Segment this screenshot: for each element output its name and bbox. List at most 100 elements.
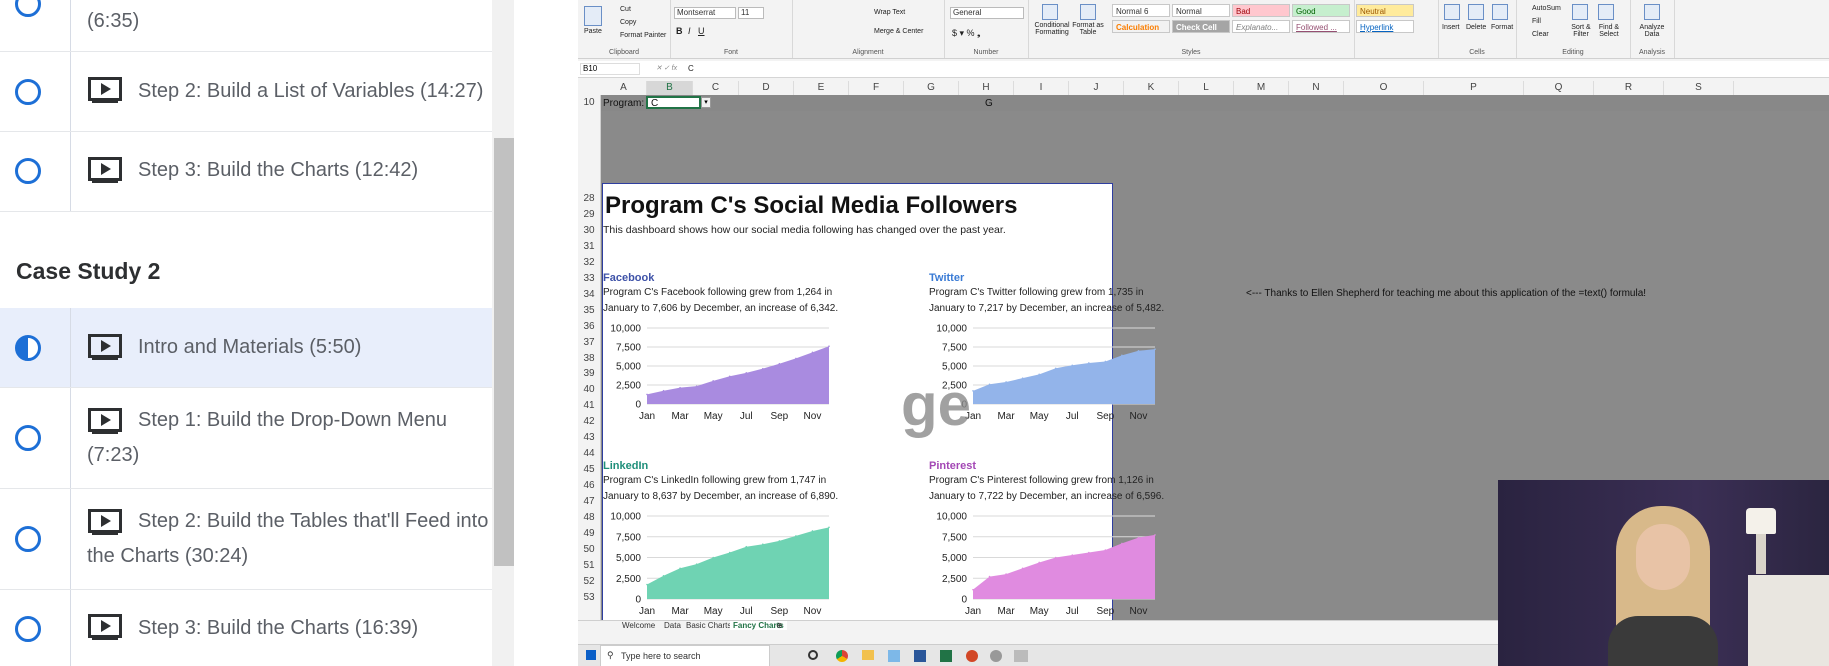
delete-button[interactable]: Delete [1466,24,1486,31]
pinterest-area-chart[interactable]: 10,000 7,500 5,000 2,500 0Jan Mar May Jul Sep Nov [929,508,1159,625]
clear-button[interactable]: Clear [1532,31,1549,38]
progress-circle-icon[interactable] [15,0,41,17]
app-icon[interactable] [1014,650,1028,662]
row-header[interactable]: 49 [578,526,600,542]
style-cell[interactable]: Good [1292,4,1350,17]
row-header[interactable]: 51 [578,558,600,574]
section-heading[interactable]: Case Study 2 [16,258,160,285]
copy-button[interactable]: Copy [620,19,636,26]
dropdown-arrow-icon[interactable]: ▾ [701,97,711,108]
format-painter-button[interactable]: Format Painter [620,32,666,39]
progress-circle-icon[interactable] [15,79,41,105]
row-header[interactable]: 45 [578,462,600,478]
style-cell[interactable]: Normal [1172,4,1230,17]
row-header[interactable]: 38 [578,351,600,367]
program-value[interactable]: C [651,98,658,109]
chrome-icon[interactable] [836,650,848,662]
style-cell[interactable]: Check Cell [1172,20,1230,33]
row-header[interactable]: 50 [578,542,600,558]
column-header[interactable]: S [1664,81,1734,95]
row-header[interactable]: 37 [578,335,600,351]
row-header[interactable]: 46 [578,478,600,494]
paste-icon[interactable] [584,6,602,26]
font-name-select[interactable]: Montserrat [674,7,736,19]
style-cell[interactable]: Hyperlink [1356,20,1414,33]
delete-icon[interactable] [1468,4,1484,20]
column-header[interactable]: K [1124,81,1179,95]
paste-label[interactable]: Paste [584,28,602,35]
row-header[interactable]: 30 [578,223,600,239]
lesson-item[interactable]: Step 2: Build a List of Variables (14:27… [0,52,492,132]
column-header[interactable]: N [1289,81,1344,95]
italic-button[interactable]: I [688,26,691,36]
format-button[interactable]: Format [1491,24,1513,31]
row-header[interactable]: 34 [578,287,600,303]
windows-start-icon[interactable] [586,650,596,660]
sort-filter-button[interactable]: Sort & Filter [1568,24,1594,38]
column-header[interactable]: J [1069,81,1124,95]
format-cells-icon[interactable] [1492,4,1508,20]
row-header[interactable]: 35 [578,303,600,319]
progress-circle-icon[interactable] [15,158,41,184]
find-select-icon[interactable] [1598,4,1614,20]
file-explorer-icon[interactable] [862,650,874,660]
row-header[interactable]: 48 [578,510,600,526]
row-header[interactable]: 10 [578,95,600,111]
insert-icon[interactable] [1444,4,1460,20]
progress-circle-icon[interactable] [15,425,41,451]
sort-filter-icon[interactable] [1572,4,1588,20]
analyze-data-button[interactable]: Analyze Data [1634,24,1670,38]
facebook-area-chart[interactable]: 10,000 7,500 5,000 2,500 0Jan Mar May Jul Sep Nov [603,320,833,430]
style-cell[interactable]: Neutral [1356,4,1414,17]
task-view-icon[interactable] [808,650,818,660]
lesson-item[interactable]: Step 3: Build the Charts (16:39) [0,590,492,666]
name-box[interactable]: B10 [580,63,640,75]
row-header[interactable]: 39 [578,366,600,382]
column-header[interactable]: F [849,81,904,95]
row-header[interactable]: 28 [578,191,600,207]
formula-input[interactable]: C [688,64,694,73]
column-header[interactable]: B [647,81,693,95]
progress-circle-icon[interactable] [15,526,41,552]
column-header[interactable]: E [794,81,849,95]
column-header[interactable]: A [601,81,647,95]
style-cell[interactable]: Explanato... [1232,20,1290,33]
row-header[interactable]: 44 [578,446,600,462]
excel-icon[interactable] [940,650,952,662]
progress-circle-half-icon[interactable] [15,335,41,361]
cut-button[interactable]: Cut [620,6,631,13]
column-header[interactable]: R [1594,81,1664,95]
column-header[interactable]: D [739,81,794,95]
format-as-table-icon[interactable] [1080,4,1096,20]
column-header[interactable]: G [904,81,959,95]
row-header[interactable]: 41 [578,398,600,414]
powerpoint-icon[interactable] [966,650,978,662]
column-header[interactable]: Q [1524,81,1594,95]
style-cell[interactable]: Followed ... [1292,20,1350,33]
progress-circle-icon[interactable] [15,616,41,642]
underline-button[interactable]: U [698,26,705,36]
fill-button[interactable]: Fill [1532,18,1541,25]
sidebar-scrollbar-thumb[interactable] [494,138,514,566]
column-header[interactable]: H [959,81,1014,95]
column-header[interactable]: O [1344,81,1424,95]
linkedin-area-chart[interactable]: 10,000 7,500 5,000 2,500 0Jan Mar May Jul Sep Nov [603,508,833,625]
row-header[interactable]: 47 [578,494,600,510]
format-as-table-button[interactable]: Format as Table [1072,22,1104,36]
merge-center-button[interactable]: Merge & Center [874,28,923,35]
column-header[interactable]: P [1424,81,1524,95]
row-header[interactable]: 43 [578,430,600,446]
bold-button[interactable]: B [676,26,683,36]
autosum-button[interactable]: AutoSum [1532,5,1561,12]
row-header[interactable]: 52 [578,574,600,590]
column-header[interactable]: C [693,81,739,95]
lesson-item[interactable]: Step 3: Build the Charts (12:42) [0,132,492,212]
row-header[interactable]: 32 [578,255,600,271]
row-header[interactable]: 40 [578,382,600,398]
style-cell[interactable]: Bad [1232,4,1290,17]
column-header[interactable]: M [1234,81,1289,95]
conditional-formatting-icon[interactable] [1042,4,1058,20]
find-select-button[interactable]: Find & Select [1596,24,1622,38]
row-header[interactable]: 29 [578,207,600,223]
row-header[interactable]: 36 [578,319,600,335]
